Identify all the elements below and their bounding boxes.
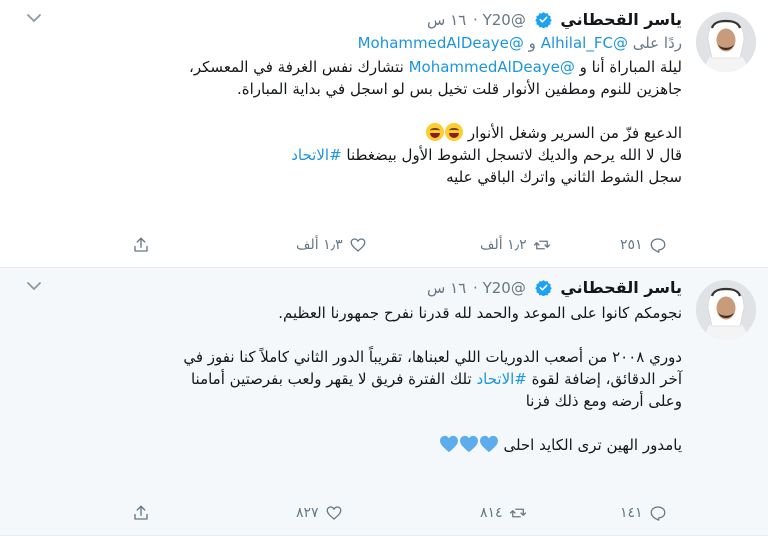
tweet-time[interactable]: ١٦ س <box>427 279 466 297</box>
hashtag-link[interactable]: #الاتحاد <box>476 370 526 388</box>
text-fragment: الدعيع فزّ من السرير وشغل الأنوار <box>467 124 682 142</box>
tweet-content: ياسر القحطاني @Y20 · ١٦ س نجومكم كانوا ع… <box>20 276 682 456</box>
text-line: جاهزين للنوم ومطفين الأنوار قلت تخيل بس … <box>237 80 682 98</box>
retweet-icon <box>533 240 550 250</box>
tweet-text: نجومكم كانوا على الموعد والحمد لله قدرنا… <box>20 302 682 456</box>
author-handle[interactable]: @Y20 <box>483 279 526 297</box>
author-name[interactable]: ياسر القحطاني <box>560 10 682 29</box>
author-handle[interactable]: @Y20 <box>483 11 526 29</box>
replying-prefix: ردًا على <box>632 34 682 52</box>
reply-count: ١٤١ <box>620 505 643 521</box>
text-line: يامدور الهين ترى الكايد احلى <box>20 434 682 456</box>
text-fragment: ليلة المباراة أنا و <box>574 58 682 76</box>
replying-to: ردًا على @Alhilal_FC و @MohammedAlDeaye <box>20 32 682 54</box>
reply-button[interactable]: ٢٥١ <box>620 233 667 257</box>
mention-link[interactable]: @MohammedAlDeaye <box>409 58 575 76</box>
avatar[interactable] <box>696 280 756 340</box>
retweet-button[interactable]: ١٫٢ ألف <box>480 233 551 257</box>
text-line: دوري ٢٠٠٨ من أصعب الدوريات اللي لعبناها،… <box>183 348 682 366</box>
text-fragment: آخر الدقائق، إضافة لقوة <box>526 370 682 388</box>
retweet-button[interactable]: ٨١٤ <box>480 501 527 525</box>
retweet-count: ٨١٤ <box>480 505 503 521</box>
mention-link[interactable]: @Alhilal_FC <box>541 34 628 52</box>
share-icon <box>134 237 148 252</box>
share-button[interactable] <box>132 233 150 257</box>
tweet-actions: ١٫٣ ألف ١٫٢ ألف ٢٥١ <box>120 233 682 257</box>
avatar[interactable] <box>696 12 756 72</box>
text-line: ليلة المباراة أنا و @MohammedAlDeaye نتش… <box>20 56 682 78</box>
share-button[interactable] <box>132 501 150 525</box>
like-count: ١٫٣ ألف <box>296 237 343 253</box>
share-icon <box>134 505 148 520</box>
mention-link[interactable]: @MohammedAlDeaye <box>358 34 524 52</box>
tweet-text: ليلة المباراة أنا و @MohammedAlDeaye نتش… <box>20 56 682 188</box>
text-line: آخر الدقائق، إضافة لقوة #الاتحاد تلك الف… <box>20 368 682 390</box>
text-line: وعلى أرضه ومع ذلك فزنا <box>525 392 682 410</box>
laughing-emoji-icon <box>445 123 464 141</box>
like-button[interactable]: ١٫٣ ألف <box>296 233 367 257</box>
blue-heart-emoji-icon <box>439 435 459 453</box>
heart-outline-icon <box>326 506 341 520</box>
text-fragment: نتشارك نفس الغرفة في المعسكر، <box>189 58 409 76</box>
timeline: ياسر القحطاني @Y20 · ١٦ س ردًا على @Alhi… <box>0 0 768 536</box>
reply-icon <box>650 506 665 521</box>
blue-heart-emoji-icon <box>479 435 499 453</box>
tweet-header: ياسر القحطاني @Y20 · ١٦ س <box>20 8 682 32</box>
tweet-header: ياسر القحطاني @Y20 · ١٦ س <box>20 276 682 300</box>
like-button[interactable]: ٨٢٧ <box>296 501 343 525</box>
tweet-content: ياسر القحطاني @Y20 · ١٦ س ردًا على @Alhi… <box>20 8 682 188</box>
reply-icon <box>650 238 665 253</box>
tweet-actions: ٨٢٧ ٨١٤ ١٤١ <box>120 501 682 525</box>
separator-dot: · <box>473 279 478 297</box>
retweet-count: ١٫٢ ألف <box>480 237 527 253</box>
tweet-time[interactable]: ١٦ س <box>427 11 466 29</box>
text-fragment: قال لا الله يرحم والديك لاتسجل الشوط الأ… <box>341 146 682 164</box>
verified-badge-icon <box>534 11 552 29</box>
retweet-icon <box>509 508 526 518</box>
heart-outline-icon <box>350 238 366 252</box>
text-line: سجل الشوط الثاني واترك الباقي عليه <box>446 168 682 186</box>
laughing-emoji-icon <box>426 123 445 141</box>
like-count: ٨٢٧ <box>296 505 319 521</box>
replying-joiner: و <box>528 34 536 52</box>
tweet-2[interactable]: ياسر القحطاني @Y20 · ١٦ س نجومكم كانوا ع… <box>0 268 768 536</box>
text-fragment: يامدور الهين ترى الكايد احلى <box>503 436 682 454</box>
tweet-1[interactable]: ياسر القحطاني @Y20 · ١٦ س ردًا على @Alhi… <box>0 0 768 268</box>
author-name[interactable]: ياسر القحطاني <box>560 278 682 297</box>
reply-button[interactable]: ١٤١ <box>620 501 667 525</box>
text-fragment: تلك الفترة فريق لا يقهر ولعب بفرصتين أما… <box>190 370 477 388</box>
text-line: الدعيع فزّ من السرير وشغل الأنوار <box>20 122 682 144</box>
reply-count: ٢٥١ <box>620 237 643 253</box>
text-line: نجومكم كانوا على الموعد والحمد لله قدرنا… <box>278 304 682 322</box>
separator-dot: · <box>473 11 478 29</box>
verified-badge-icon <box>534 279 552 297</box>
blue-heart-emoji-icon <box>459 435 479 453</box>
hashtag-link[interactable]: #الاتحاد <box>291 146 341 164</box>
text-line: قال لا الله يرحم والديك لاتسجل الشوط الأ… <box>20 144 682 166</box>
